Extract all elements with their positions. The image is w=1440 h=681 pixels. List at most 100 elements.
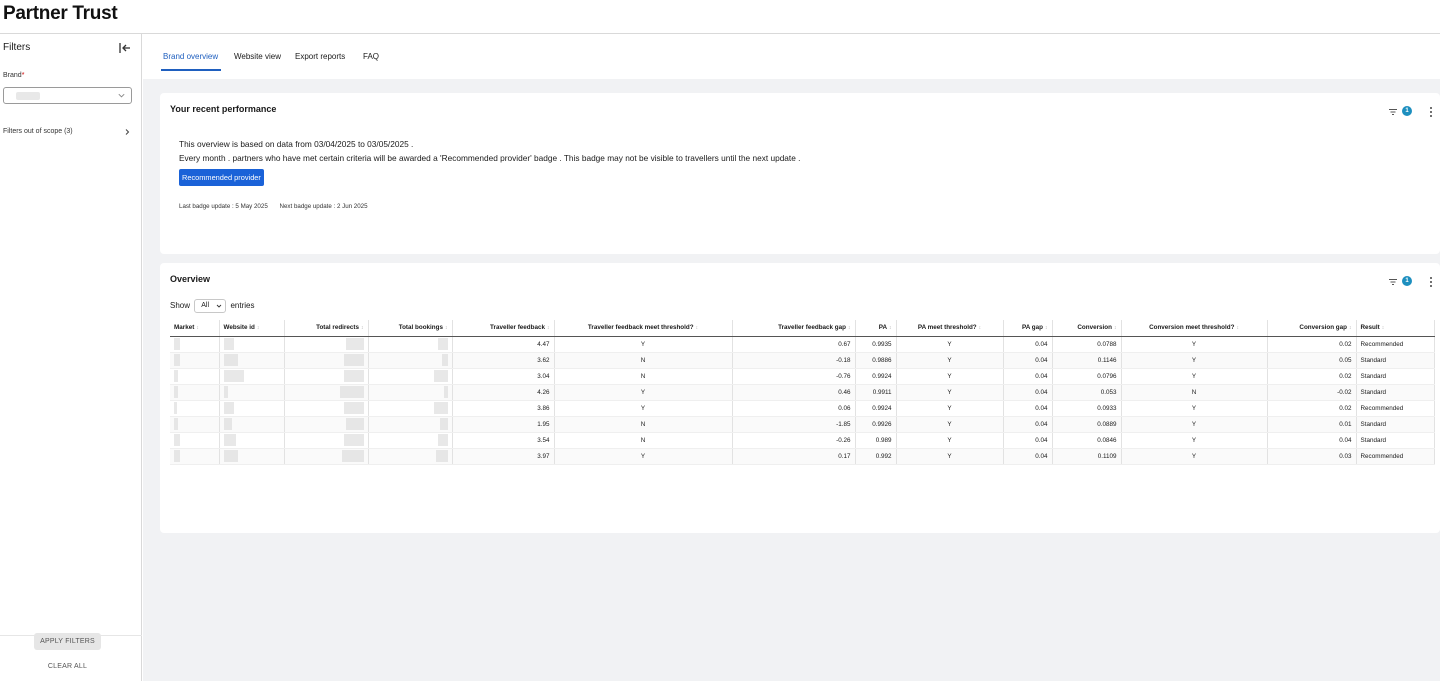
- table-cell: 0.9935: [855, 336, 897, 353]
- last-badge-update: Last badge update : 5 May 2025: [179, 203, 268, 210]
- filters-out-of-scope-toggle[interactable]: Filters out of scope (3): [3, 127, 131, 139]
- redacted-cell: [284, 400, 369, 417]
- filter-icon[interactable]: [1388, 107, 1398, 117]
- table-cell: 0.04: [1003, 448, 1053, 465]
- redacted-cell: [219, 352, 285, 369]
- column-header[interactable]: Traveller feedback ↕: [452, 320, 555, 337]
- table-row: 3.86 Y 0.06 0.9924 Y 0.04 0.0933 Y 0.02 Recommend…: [170, 400, 1435, 417]
- table-cell: 0.04: [1003, 432, 1053, 449]
- table-cell: 0.9926: [855, 416, 897, 433]
- entries-control: Show All entries: [170, 299, 255, 313]
- redacted-cell: [219, 416, 285, 433]
- tab-website-view[interactable]: Website view: [234, 52, 281, 61]
- table-cell: -0.18: [732, 352, 856, 369]
- tab-faq[interactable]: FAQ: [363, 52, 379, 61]
- column-header[interactable]: PA meet threshold? ↕: [896, 320, 1004, 337]
- collapse-panel-icon[interactable]: [118, 41, 132, 55]
- table-cell: 0.0889: [1052, 416, 1122, 433]
- apply-filters-button[interactable]: APPLY FILTERS: [34, 633, 101, 650]
- table-cell: 1.95: [452, 416, 555, 433]
- tab-brand-overview[interactable]: Brand overview: [163, 52, 218, 61]
- table-cell: Y: [1121, 400, 1268, 417]
- table-cell: N: [554, 432, 733, 449]
- column-header[interactable]: Total redirects ↕: [284, 320, 369, 337]
- table-cell: Y: [554, 384, 733, 401]
- table-header-row: Market ↕ Website id ↕ Total redirects ↕ Total …: [170, 320, 1435, 337]
- active-filter-count-badge: 1: [1402, 276, 1412, 286]
- table-cell: 0.02: [1267, 336, 1357, 353]
- table-cell: 3.97: [452, 448, 555, 465]
- redacted-cell: [284, 416, 369, 433]
- table-cell: 0.04: [1003, 336, 1053, 353]
- redacted-cell: [368, 416, 453, 433]
- entries-select[interactable]: All: [194, 299, 227, 313]
- table-cell: Y: [1121, 416, 1268, 433]
- table-cell: Y: [554, 400, 733, 417]
- table-cell: 0.9924: [855, 400, 897, 417]
- table-cell: N: [1121, 384, 1268, 401]
- filter-icon[interactable]: [1388, 277, 1398, 287]
- table-cell: 0.0846: [1052, 432, 1122, 449]
- column-header[interactable]: Result ↕: [1356, 320, 1435, 337]
- overview-date-range-text: This overview is based on data from 03/0…: [179, 139, 414, 149]
- brand-select[interactable]: [3, 87, 132, 104]
- redacted-cell: [284, 336, 369, 353]
- clear-all-button[interactable]: CLEAR ALL: [34, 659, 101, 673]
- recent-performance-title: Your recent performance: [170, 104, 277, 114]
- table-row: 3.54 N -0.26 0.989 Y 0.04 0.0846 Y 0.04 Standard: [170, 432, 1435, 449]
- redacted-cell: [170, 384, 220, 401]
- column-header[interactable]: Total bookings ↕: [368, 320, 453, 337]
- table-cell: Y: [1121, 448, 1268, 465]
- column-header[interactable]: PA gap ↕: [1003, 320, 1053, 337]
- column-header[interactable]: Traveller feedback gap ↕: [732, 320, 856, 337]
- redacted-cell: [284, 352, 369, 369]
- sort-icon: ↕: [256, 325, 260, 332]
- table-cell: 0.989: [855, 432, 897, 449]
- kebab-menu-icon[interactable]: [1426, 106, 1436, 118]
- table-cell: Y: [554, 448, 733, 465]
- sort-icon: ↕: [547, 325, 550, 332]
- sort-icon: ↕: [1349, 325, 1352, 332]
- filters-out-of-scope-label: Filters out of scope (3): [3, 128, 73, 135]
- redacted-cell: [170, 432, 220, 449]
- next-badge-update: Next badge update : 2 Jun 2025: [279, 203, 368, 210]
- kebab-menu-icon[interactable]: [1426, 276, 1436, 288]
- overview-card: Overview 1 Show All entries Market ↕ Web…: [160, 263, 1440, 533]
- column-header[interactable]: PA ↕: [855, 320, 897, 337]
- table-cell: N: [554, 352, 733, 369]
- table-cell: Recommended: [1356, 336, 1435, 353]
- table-cell: 0.02: [1267, 368, 1357, 385]
- table-cell: 0.02: [1267, 400, 1357, 417]
- table-cell: -0.02: [1267, 384, 1357, 401]
- table-cell: 4.26: [452, 384, 555, 401]
- brand-label: Brand*: [3, 72, 25, 79]
- column-header[interactable]: Conversion ↕: [1052, 320, 1122, 337]
- redacted-cell: [368, 352, 453, 369]
- column-header[interactable]: Market ↕: [170, 320, 220, 337]
- badge-update-dates: Last badge update : 5 May 2025 Next badg…: [179, 203, 378, 210]
- column-header[interactable]: Conversion meet threshold? ↕: [1121, 320, 1268, 337]
- table-row: 3.62 N -0.18 0.9886 Y 0.04 0.1146 Y 0.05 Standard: [170, 352, 1435, 369]
- table-cell: 0.1146: [1052, 352, 1122, 369]
- tab-export-reports[interactable]: Export reports: [295, 52, 345, 61]
- sort-icon: ↕: [1114, 325, 1117, 332]
- redacted-cell: [368, 368, 453, 385]
- chevron-down-icon: [118, 93, 125, 98]
- table-cell: 0.06: [732, 400, 856, 417]
- redacted-cell: [219, 384, 285, 401]
- column-header[interactable]: Conversion gap ↕: [1267, 320, 1357, 337]
- filters-sidebar: Filters Brand* Filters out of scope (3) …: [0, 34, 142, 681]
- table-row: 3.97 Y 0.17 0.992 Y 0.04 0.1109 Y 0.03 Recommende…: [170, 448, 1435, 465]
- active-filter-count-badge: 1: [1402, 106, 1412, 116]
- table-cell: 0.9924: [855, 368, 897, 385]
- top-bar: Partner Trust: [0, 0, 1440, 34]
- table-cell: Y: [1121, 432, 1268, 449]
- table-cell: 0.04: [1003, 416, 1053, 433]
- redacted-cell: [170, 448, 220, 465]
- table-cell: Recommended: [1356, 448, 1435, 465]
- table-cell: Y: [896, 416, 1004, 433]
- column-header[interactable]: Website id ↕: [219, 320, 285, 337]
- column-header[interactable]: Traveller feedback meet threshold? ↕: [554, 320, 733, 337]
- table-cell: N: [554, 416, 733, 433]
- table-cell: Y: [896, 336, 1004, 353]
